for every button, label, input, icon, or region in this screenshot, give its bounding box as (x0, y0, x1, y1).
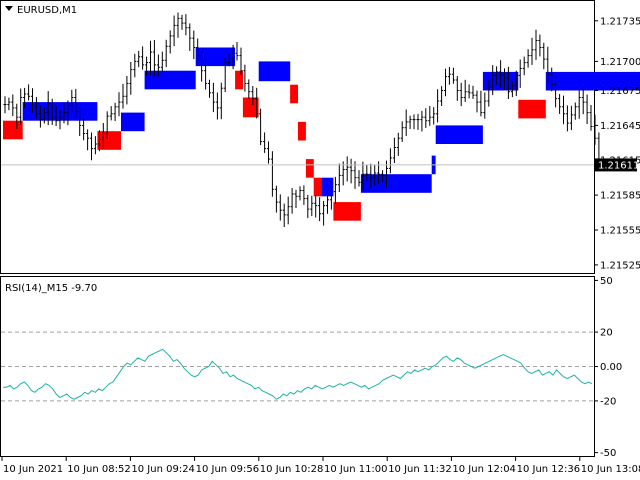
bearish-brick (305, 159, 314, 178)
symbol-title-text: EURUSD,M1 (17, 5, 77, 16)
price-tick-label: 1.21700 (600, 57, 640, 68)
bullish-brick (121, 112, 145, 132)
trading-chart: EURUSD,M1 RSI(14)_M15 -9.70 1.21735 1.217… (0, 0, 640, 480)
current-price-marker: 1.21611 (595, 158, 639, 172)
bullish-brick (435, 125, 483, 144)
bullish-brick (144, 70, 196, 90)
current-price-label: 1.21611 (598, 160, 639, 171)
time-tick-label: 10 Jun 11:32 (388, 464, 452, 475)
price-tick-label: 1.21525 (600, 260, 640, 271)
time-tick-label: 10 Jun 09:56 (196, 464, 260, 475)
bearish-brick (313, 177, 322, 197)
bullish-brick (360, 174, 432, 193)
bearish-brick (97, 131, 121, 150)
bearish-brick (290, 84, 298, 104)
chart-background (0, 0, 640, 480)
price-tick-label: 1.21555 (600, 226, 640, 237)
bearish-brick (518, 99, 546, 119)
time-tick-label: 10 Jun 09:24 (131, 464, 195, 475)
time-tick-label: 10 Jun 2021 (3, 464, 63, 475)
bearish-brick (333, 202, 361, 221)
bearish-brick (235, 70, 243, 90)
bullish-brick (258, 61, 291, 82)
price-tick-label: 1.21735 (600, 16, 640, 27)
time-tick-label: 10 Jun 13:08 (581, 464, 640, 475)
rsi-tick-label: 50 (600, 276, 613, 287)
rsi-tick-label: -50 (600, 448, 616, 459)
rsi-tick-label: 20 (600, 328, 613, 339)
price-tick-label: 1.21645 (600, 121, 640, 132)
price-tick-label: 1.21585 (600, 191, 640, 202)
price-tick-label: 1.21675 (600, 86, 640, 97)
time-tick-label: 10 Jun 12:36 (517, 464, 581, 475)
rsi-tick-label: 0.00 (600, 362, 622, 373)
time-tick-label: 10 Jun 11:00 (324, 464, 388, 475)
rsi-tick-label: -20 (600, 396, 616, 407)
bearish-brick (3, 120, 23, 140)
bearish-brick (298, 121, 306, 141)
time-tick-label: 10 Jun 10:28 (260, 464, 324, 475)
time-tick-label: 10 Jun 12:04 (452, 464, 516, 475)
rsi-title-text: RSI(14)_M15 -9.70 (5, 283, 97, 294)
time-tick-label: 10 Jun 08:52 (67, 464, 131, 475)
